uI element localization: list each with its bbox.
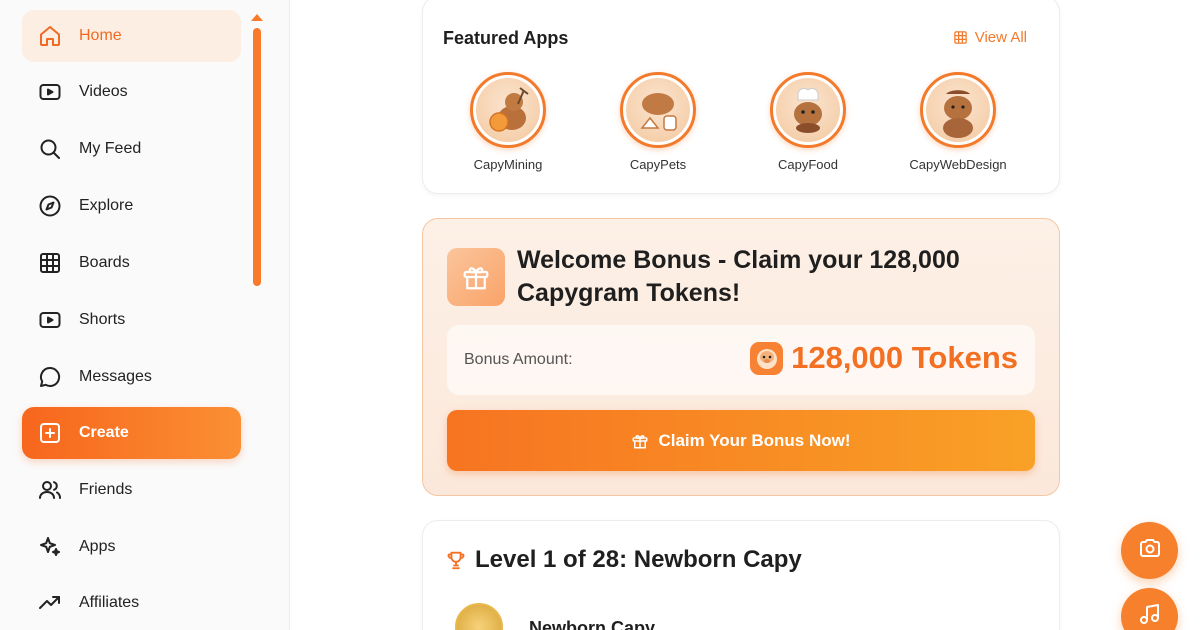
sidebar-item-label: Apps [79,538,116,555]
bonus-amount-value: 128,000 Tokens [791,340,1018,375]
claim-bonus-button[interactable]: Claim Your Bonus Now! [447,410,1035,471]
music-button[interactable] [1121,588,1178,630]
sidebar-item-my-feed[interactable]: My Feed [22,123,241,175]
chat-bubble-icon [38,365,62,389]
bonus-amount: 128,000 Tokens [750,340,1018,376]
app-name: CapyWebDesign [909,157,1007,172]
camera-icon [1138,536,1162,565]
level-card: Level 1 of 28: Newborn Capy Newborn Capy [422,520,1060,630]
level-title-text: Level 1 of 28: Newborn Capy [475,546,802,573]
sidebar-item-label: Home [79,27,122,44]
app-capymining[interactable]: CapyMining [433,72,583,172]
sidebar-item-friends[interactable]: Friends [22,464,241,516]
app-capypets[interactable]: CapyPets [583,72,733,172]
search-icon [38,137,62,161]
featured-apps-title: Featured Apps [443,28,569,48]
sidebar-item-apps[interactable]: Apps [22,521,241,573]
gift-icon [631,432,649,450]
view-all-label: View All [974,29,1027,46]
level-title: Level 1 of 28: Newborn Capy [445,546,802,574]
sparkles-icon [38,535,62,559]
app-name: CapyFood [778,157,838,172]
sidebar: Home Videos My Feed Explore Boards Short… [0,0,290,630]
sidebar-item-boards[interactable]: Boards [22,237,241,289]
sidebar-item-messages[interactable]: Messages [22,351,241,403]
capybara-chef-image [794,87,822,133]
featured-apps-card: Featured Apps View All CapyMining CapyPe… [422,0,1060,194]
sidebar-scrollbar[interactable] [253,28,261,286]
capy-token-icon [750,341,784,375]
video-icon [38,308,62,332]
capybara-designer-image [943,90,973,138]
sidebar-item-videos[interactable]: Videos [22,66,241,118]
sidebar-item-label: Explore [79,197,134,214]
sidebar-item-home[interactable]: Home [22,10,241,62]
bonus-title: Welcome Bonus - Claim your 128,000 Capyg… [517,246,960,307]
compass-icon [38,194,62,218]
app-avatar [920,72,996,148]
users-icon [38,478,62,502]
sidebar-item-explore[interactable]: Explore [22,180,241,232]
bonus-amount-box: Bonus Amount: 128,000 Tokens [447,325,1035,395]
sidebar-item-label: Messages [79,368,152,385]
app-avatar [620,72,696,148]
level-avatar [455,603,503,630]
capybara-miner-image [489,87,529,132]
welcome-bonus-card: Welcome Bonus - Claim your 128,000 Capyg… [422,218,1060,496]
sidebar-item-affiliates[interactable]: Affiliates [22,577,241,629]
music-note-icon [1138,602,1162,630]
sidebar-item-label: Videos [79,83,128,100]
sidebar-item-label: Create [79,424,129,441]
bonus-amount-label: Bonus Amount: [464,351,573,368]
sidebar-item-label: My Feed [79,140,142,157]
level-name: Newborn Capy [529,618,656,630]
app-name: CapyMining [473,157,543,172]
sidebar-item-label: Boards [79,254,130,271]
claim-bonus-label: Claim Your Bonus Now! [658,430,851,450]
grid-icon [38,251,62,275]
app-name: CapyPets [629,157,687,172]
sidebar-item-label: Affiliates [79,594,140,611]
gift-icon [447,248,505,306]
sidebar-item-label: Shorts [79,311,126,328]
trophy-icon [445,549,467,571]
sidebar-item-shorts[interactable]: Shorts [22,294,241,346]
sidebar-item-label: Friends [79,481,133,498]
plus-square-icon [38,421,62,445]
app-avatar [770,72,846,148]
sidebar-item-create[interactable]: Create [22,407,241,459]
video-icon [38,80,62,104]
app-capyfood[interactable]: CapyFood [733,72,883,172]
trending-up-icon [38,591,62,615]
app-capywebdesign[interactable]: CapyWebDesign [883,72,1033,172]
view-all-link[interactable]: View All [953,29,1027,46]
capybara-pets-image [640,93,677,131]
camera-button[interactable] [1121,522,1178,579]
scroll-up-arrow[interactable] [251,14,263,21]
app-avatar [470,72,546,148]
home-icon [38,24,62,48]
grid-icon [953,30,968,45]
